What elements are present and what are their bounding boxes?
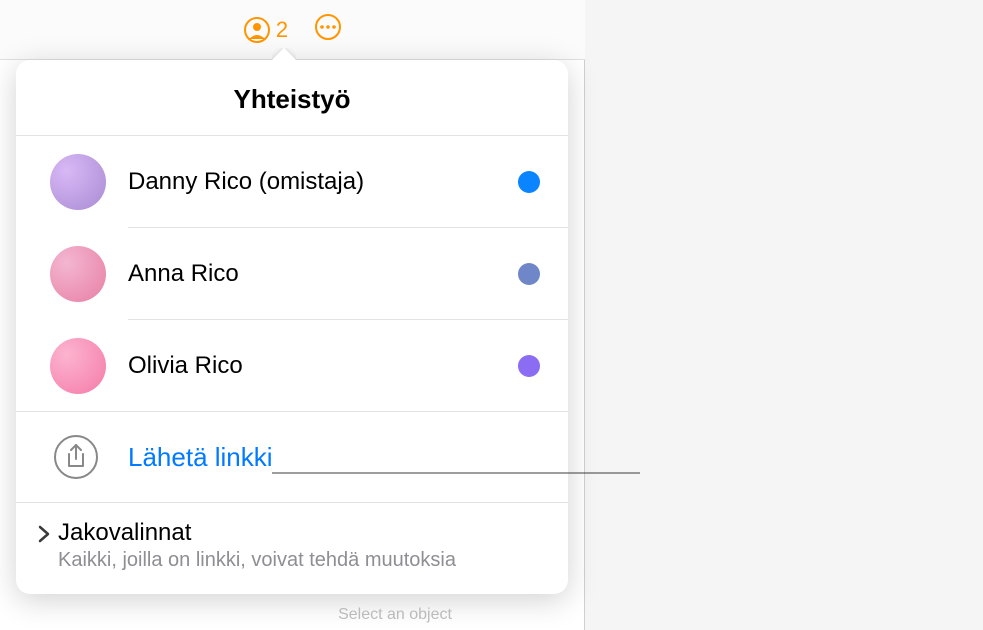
- presence-dot: [518, 355, 540, 377]
- more-icon: [313, 12, 343, 47]
- collaborate-button[interactable]: 2: [242, 15, 288, 45]
- presence-dot: [518, 171, 540, 193]
- share-options-row[interactable]: Jakovalinnat Kaikki, joilla on linkki, v…: [16, 503, 568, 594]
- person-icon: [242, 15, 272, 45]
- avatar: [50, 246, 106, 302]
- share-options-title: Jakovalinnat: [58, 519, 456, 547]
- chevron-right-icon: [36, 523, 52, 550]
- collaboration-popover: Yhteistyö Danny Rico (omistaja) Anna Ric…: [16, 60, 568, 594]
- avatar: [50, 154, 106, 210]
- collaborator-row[interactable]: Olivia Rico: [16, 320, 568, 411]
- popover-title: Yhteistyö: [16, 60, 568, 135]
- share-icon: [54, 435, 98, 479]
- send-link-button[interactable]: Lähetä linkki: [16, 412, 568, 502]
- collaborator-row[interactable]: Anna Rico: [16, 228, 568, 319]
- background-hint: Select an object: [210, 606, 580, 630]
- more-button[interactable]: [313, 12, 343, 47]
- collaborator-row[interactable]: Danny Rico (omistaja): [16, 136, 568, 227]
- collaborator-count: 2: [276, 17, 288, 43]
- collaborator-name: Anna Rico: [128, 260, 518, 288]
- share-options-subtitle: Kaikki, joilla on linkki, voivat tehdä m…: [58, 549, 456, 572]
- popover-caret: [272, 48, 296, 62]
- send-link-label: Lähetä linkki: [128, 442, 273, 473]
- presence-dot: [518, 263, 540, 285]
- avatar: [50, 338, 106, 394]
- collaborator-name: Danny Rico (omistaja): [128, 168, 518, 196]
- collaborator-name: Olivia Rico: [128, 352, 518, 380]
